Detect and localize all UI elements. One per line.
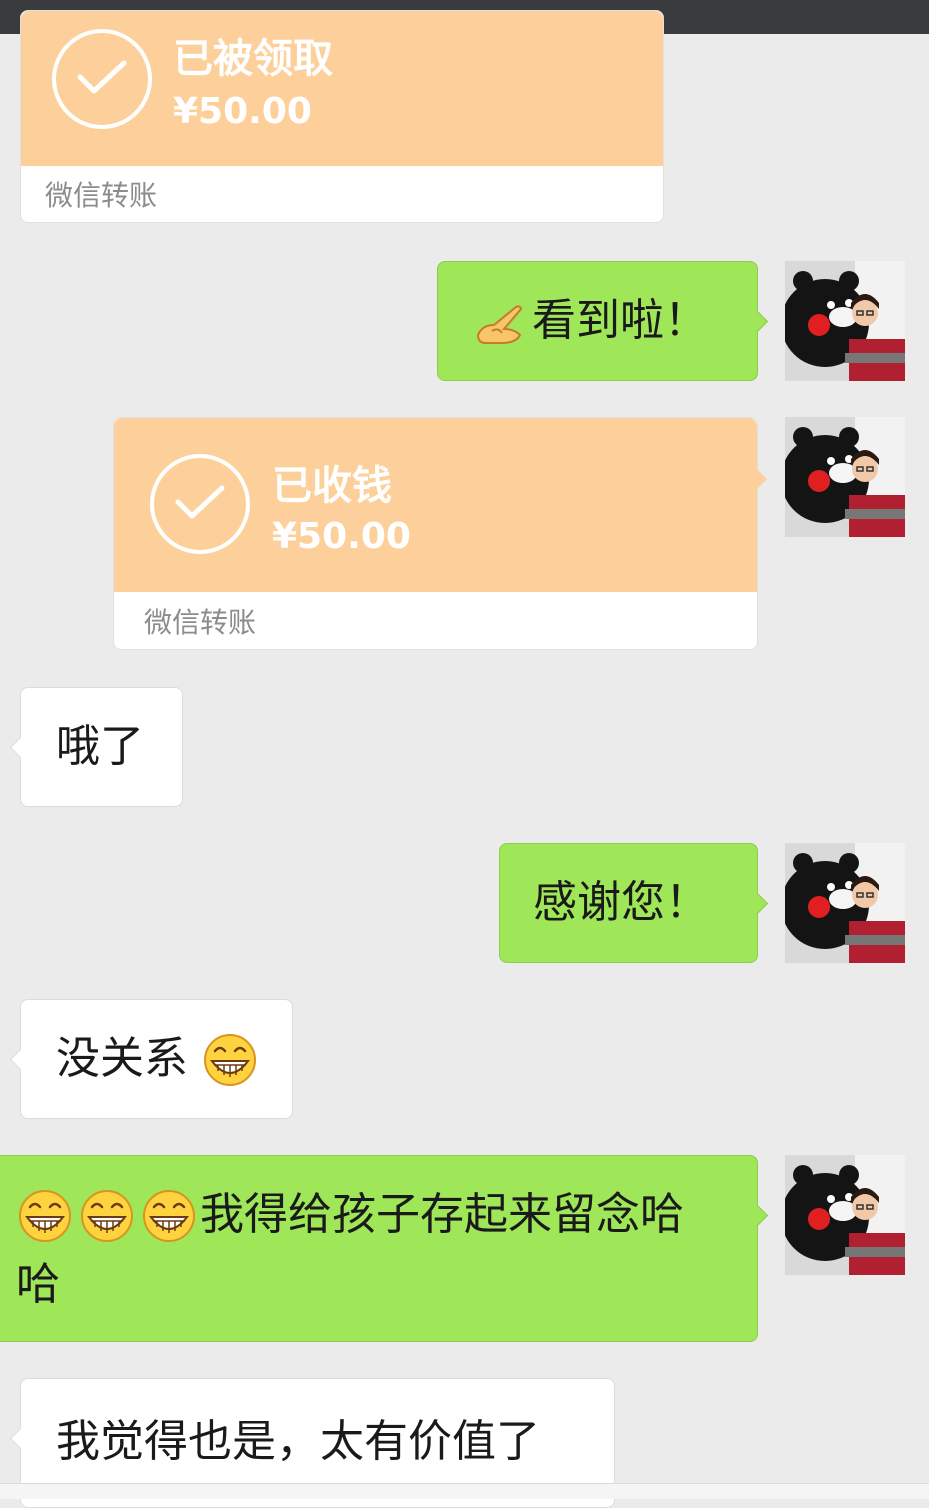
- message-text: 我觉得也是，太有价值了: [56, 1416, 540, 1467]
- grin-emoji: [18, 1189, 72, 1243]
- message-bubble-other[interactable]: 没关系: [9, 999, 293, 1119]
- transfer-status: 已收钱: [272, 463, 392, 509]
- message-text: 哦了: [56, 721, 144, 772]
- transfer-status: 已被领取: [173, 36, 333, 82]
- avatar-self[interactable]: [785, 1155, 905, 1275]
- message-text: 没关系: [56, 1033, 188, 1084]
- message-bubble-self[interactable]: 我得给孩子存起来留念哈 哈: [0, 1155, 769, 1342]
- transfer-card-received[interactable]: 已被领取 ¥50.00 微信转账: [20, 10, 664, 223]
- message-text: 我得给孩子存起来留念哈: [200, 1189, 684, 1240]
- avatar-self[interactable]: [785, 843, 905, 963]
- avatar-self[interactable]: [785, 417, 905, 537]
- grin-emoji: [142, 1189, 196, 1243]
- grin-emoji: [80, 1189, 134, 1243]
- transfer-amount: ¥50.00: [272, 516, 411, 557]
- message-bubble-other[interactable]: 哦了: [9, 687, 183, 807]
- message-text: 感谢您！: [533, 877, 709, 928]
- message-text-line2: 哈: [16, 1259, 60, 1310]
- ok-hand-emoji: [472, 295, 526, 349]
- transfer-label: 微信转账: [45, 179, 158, 212]
- input-bar[interactable]: [0, 1483, 929, 1499]
- message-text: 看到啦！: [532, 295, 708, 346]
- transfer-amount: ¥50.00: [173, 91, 312, 132]
- grin-emoji: [203, 1033, 257, 1087]
- check-icon: [150, 454, 250, 554]
- check-icon: [52, 29, 152, 129]
- message-bubble-self[interactable]: 看到啦！: [437, 261, 769, 381]
- transfer-label: 微信转账: [144, 606, 257, 639]
- transfer-card-sent[interactable]: 已收钱 ¥50.00 微信转账: [113, 417, 767, 650]
- avatar-self[interactable]: [785, 261, 905, 381]
- message-bubble-self[interactable]: 感谢您！: [499, 843, 769, 963]
